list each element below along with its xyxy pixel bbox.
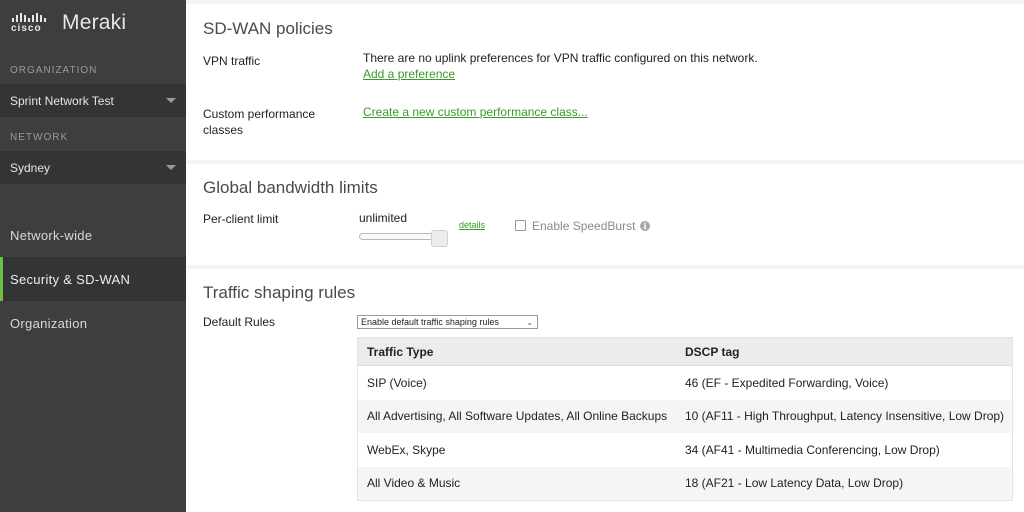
dscp-tag-cell: 10 (AF11 - High Throughput, Latency Inse… [685,409,1005,424]
dscp-tag-cell: 34 (AF41 - Multimedia Conferencing, Low … [685,442,940,457]
table-row[interactable]: All Advertising, All Software Updates, A… [358,399,1012,433]
shaping-section-title: Traffic shaping rules [203,283,356,302]
caret-down-icon [166,98,176,103]
table-row[interactable]: WebEx, Skype 34 (AF41 - Multimedia Confe… [358,433,1012,467]
table-row[interactable]: All Video & Music 18 (AF21 - Low Latency… [358,466,1012,500]
default-rules-select[interactable]: Enable default traffic shaping rules ⌄ [357,315,538,329]
vpn-traffic-message: There are no uplink preferences for VPN … [363,51,758,65]
network-value: Sydney [10,160,51,175]
product-name: Meraki [62,11,127,34]
organization-select[interactable]: Sprint Network Test [0,84,186,117]
custom-performance-label: Custom performance classes [203,106,315,138]
default-rules-selected: Enable default traffic shaping rules [361,317,499,327]
cisco-wordmark: cisco [11,23,42,34]
traffic-type-cell: All Advertising, All Software Updates, A… [367,409,668,424]
custom-performance-label-line2: classes [203,123,244,137]
organization-value: Sprint Network Test [10,93,114,108]
limit-value: unlimited [359,211,408,225]
per-client-limit-label: Per-client limit [203,212,279,226]
main-content: SD-WAN policies VPN traffic There are no… [186,0,1024,512]
organization-label: ORGANIZATION [10,65,98,76]
traffic-type-cell: WebEx, Skype [367,442,446,457]
network-select[interactable]: Sydney [0,151,186,184]
traffic-shaping-table: Traffic Type DSCP tag SIP (Voice) 46 (EF… [357,337,1013,501]
traffic-type-cell: SIP (Voice) [367,375,427,390]
cisco-logo-icon: cisco [10,11,50,35]
nav-organization[interactable]: Organization [0,301,186,345]
bandwidth-section-title: Global bandwidth limits [203,178,378,197]
vpn-traffic-label: VPN traffic [203,54,261,68]
dscp-tag-cell: 46 (EF - Expedited Forwarding, Voice) [685,375,889,390]
caret-down-icon [166,165,176,170]
create-performance-class-link[interactable]: Create a new custom performance class... [363,105,588,119]
speedburst-checkbox[interactable] [515,220,526,231]
brand-logo[interactable]: cisco Meraki [10,8,126,38]
nav-label: Security & SD-WAN [10,271,131,287]
section-divider [186,160,1024,164]
details-link[interactable]: details [459,220,485,230]
nav-label: Organization [10,315,88,331]
nav-network-wide[interactable]: Network-wide [0,213,186,257]
section-divider [186,265,1024,269]
traffic-type-cell: All Video & Music [367,476,461,491]
info-icon[interactable]: i [640,221,650,231]
section-divider [186,0,1024,4]
default-rules-label: Default Rules [203,315,276,329]
nav-security-sdwan[interactable]: Security & SD-WAN [0,257,186,301]
custom-performance-label-line1: Custom performance [203,107,316,121]
table-row[interactable]: SIP (Voice) 46 (EF - Expedited Forwardin… [358,366,1012,400]
bandwidth-slider-thumb[interactable] [431,230,448,247]
sidebar: cisco Meraki ORGANIZATION Sprint Network… [0,0,186,512]
column-header-dscp-tag[interactable]: DSCP tag [675,345,1012,359]
dscp-tag-cell: 18 (AF21 - Low Latency Data, Low Drop) [685,476,904,491]
speedburst-label[interactable]: Enable SpeedBurst [532,219,635,233]
table-header-row: Traffic Type DSCP tag [358,338,1012,366]
sdwan-section-title: SD-WAN policies [203,19,333,38]
column-header-traffic-type[interactable]: Traffic Type [358,345,675,359]
nav-label: Network-wide [10,227,93,243]
network-label: NETWORK [10,132,69,143]
chevron-down-icon: ⌄ [526,318,533,327]
add-preference-link[interactable]: Add a preference [363,67,455,81]
